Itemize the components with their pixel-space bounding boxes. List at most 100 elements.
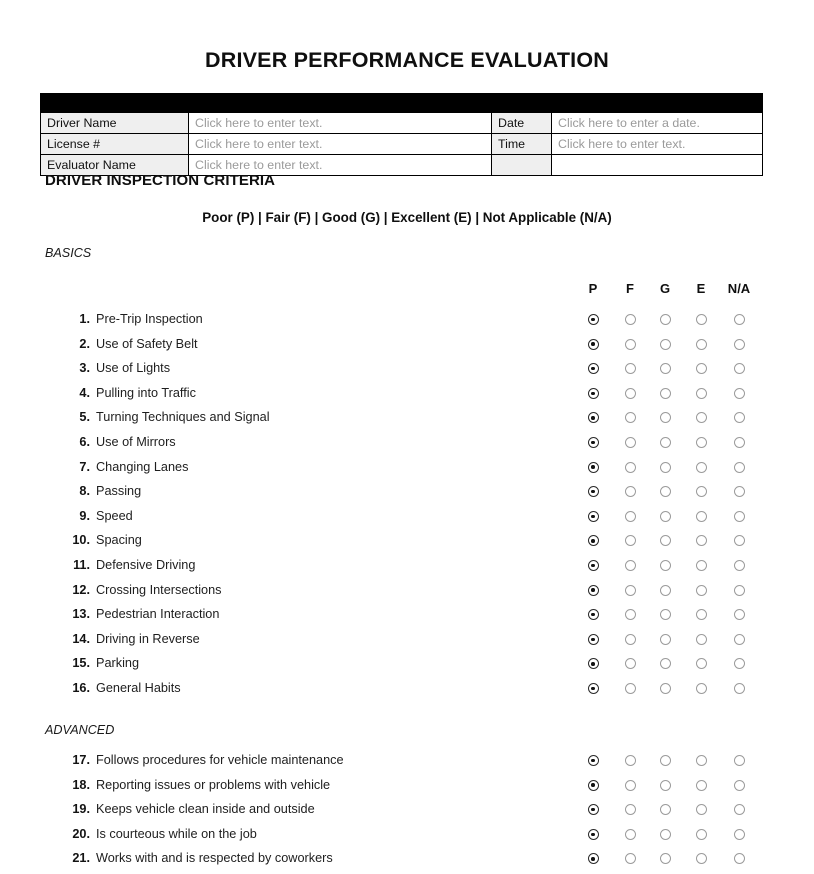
rating-radio-na[interactable] [733,804,745,816]
rating-radio-e[interactable] [695,387,707,399]
rating-radio-na[interactable] [733,314,745,325]
rating-radio-na[interactable] [733,412,745,424]
rating-radio-e[interactable] [695,486,707,498]
rating-radio-p[interactable] [587,314,599,325]
rating-radio-na[interactable] [733,437,745,448]
rating-radio-e[interactable] [695,510,707,522]
rating-radio-p[interactable] [587,584,599,596]
rating-radio-p[interactable] [587,461,599,473]
rating-radio-f[interactable] [624,412,636,424]
rating-radio-f[interactable] [624,633,636,645]
rating-radio-p[interactable] [587,658,599,670]
rating-radio-f[interactable] [624,363,636,375]
rating-radio-na[interactable] [733,609,745,621]
rating-radio-p[interactable] [587,412,599,424]
rating-radio-g[interactable] [659,314,671,325]
rating-radio-g[interactable] [659,804,671,816]
rating-radio-f[interactable] [624,828,636,840]
rating-radio-e[interactable] [695,560,707,571]
rating-radio-p[interactable] [587,510,599,522]
rating-radio-f[interactable] [624,437,636,448]
rating-radio-p[interactable] [587,633,599,645]
rating-radio-g[interactable] [659,412,671,424]
rating-radio-na[interactable] [733,535,745,547]
rating-radio-e[interactable] [695,853,707,865]
rating-radio-f[interactable] [624,584,636,596]
rating-radio-f[interactable] [624,683,636,694]
rating-radio-g[interactable] [659,363,671,375]
rating-radio-g[interactable] [659,779,671,791]
rating-radio-g[interactable] [659,658,671,670]
rating-radio-g[interactable] [659,338,671,350]
rating-radio-f[interactable] [624,853,636,865]
rating-radio-f[interactable] [624,804,636,816]
rating-radio-e[interactable] [695,779,707,791]
rating-radio-f[interactable] [624,658,636,670]
rating-radio-g[interactable] [659,560,671,571]
rating-radio-e[interactable] [695,314,707,325]
rating-radio-f[interactable] [624,338,636,350]
rating-radio-e[interactable] [695,461,707,473]
rating-radio-g[interactable] [659,486,671,498]
rating-radio-na[interactable] [733,633,745,645]
rating-radio-na[interactable] [733,338,745,350]
rating-radio-p[interactable] [587,560,599,571]
rating-radio-f[interactable] [624,461,636,473]
rating-radio-p[interactable] [587,486,599,498]
rating-radio-e[interactable] [695,683,707,694]
rating-radio-p[interactable] [587,437,599,448]
rating-radio-p[interactable] [587,755,599,766]
rating-radio-e[interactable] [695,658,707,670]
rating-radio-g[interactable] [659,609,671,621]
rating-radio-p[interactable] [587,828,599,840]
rating-radio-g[interactable] [659,584,671,596]
rating-radio-na[interactable] [733,560,745,571]
rating-radio-p[interactable] [587,387,599,399]
rating-radio-f[interactable] [624,314,636,325]
rating-radio-f[interactable] [624,510,636,522]
rating-radio-na[interactable] [733,779,745,791]
rating-radio-na[interactable] [733,387,745,399]
rating-radio-f[interactable] [624,486,636,498]
rating-radio-na[interactable] [733,683,745,694]
rating-radio-p[interactable] [587,804,599,816]
rating-radio-g[interactable] [659,535,671,547]
rating-radio-f[interactable] [624,755,636,766]
rating-radio-na[interactable] [733,755,745,766]
rating-radio-e[interactable] [695,828,707,840]
rating-radio-e[interactable] [695,755,707,766]
rating-radio-p[interactable] [587,535,599,547]
rating-radio-g[interactable] [659,387,671,399]
rating-radio-e[interactable] [695,363,707,375]
rating-radio-g[interactable] [659,461,671,473]
rating-radio-na[interactable] [733,510,745,522]
rating-radio-p[interactable] [587,338,599,350]
rating-radio-g[interactable] [659,683,671,694]
rating-radio-g[interactable] [659,755,671,766]
rating-radio-g[interactable] [659,828,671,840]
rating-radio-f[interactable] [624,535,636,547]
rating-radio-e[interactable] [695,633,707,645]
rating-radio-e[interactable] [695,412,707,424]
rating-radio-na[interactable] [733,584,745,596]
rating-radio-e[interactable] [695,338,707,350]
rating-radio-e[interactable] [695,584,707,596]
rating-radio-g[interactable] [659,437,671,448]
rating-radio-p[interactable] [587,779,599,791]
rating-radio-na[interactable] [733,486,745,498]
rating-radio-na[interactable] [733,461,745,473]
rating-radio-na[interactable] [733,828,745,840]
rating-radio-na[interactable] [733,853,745,865]
rating-radio-g[interactable] [659,510,671,522]
rating-radio-f[interactable] [624,779,636,791]
rating-radio-p[interactable] [587,363,599,375]
rating-radio-g[interactable] [659,633,671,645]
rating-radio-e[interactable] [695,437,707,448]
rating-radio-f[interactable] [624,387,636,399]
rating-radio-g[interactable] [659,853,671,865]
rating-radio-p[interactable] [587,853,599,865]
rating-radio-f[interactable] [624,609,636,621]
rating-radio-e[interactable] [695,609,707,621]
rating-radio-na[interactable] [733,658,745,670]
rating-radio-p[interactable] [587,683,599,694]
